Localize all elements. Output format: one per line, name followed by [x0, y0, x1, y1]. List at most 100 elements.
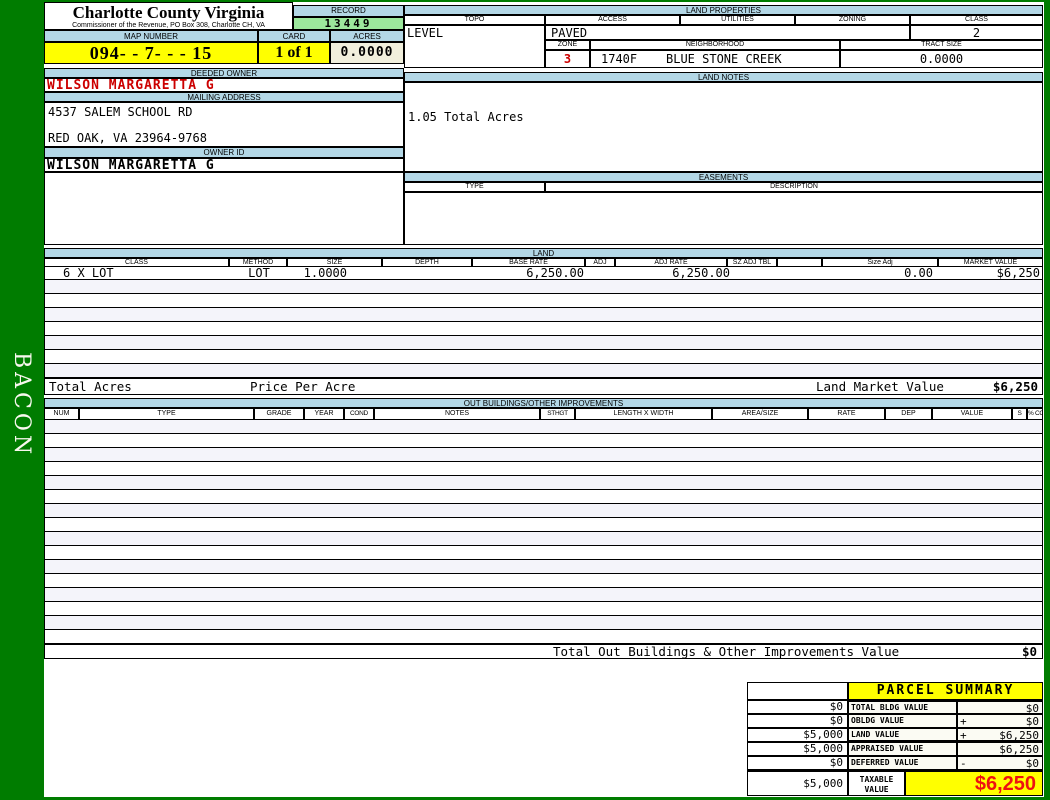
deeded-owner-name: WILSON MARGARETTA G: [44, 78, 404, 92]
neighborhood-column-header: NEIGHBORHOOD: [590, 40, 840, 50]
land-row-class: 6 X LOT: [63, 267, 114, 279]
neighborhood-value: 1740F BLUE STONE CREEK: [590, 50, 840, 68]
ob-col-num: NUM: [44, 408, 79, 420]
out-buildings-header: OUT BUILDINGS/OTHER IMPROVEMENTS: [44, 398, 1043, 408]
ob-col-sthgt: STHGT: [540, 408, 575, 420]
empty-row: [45, 490, 1042, 504]
ps-label-deferred: DEFERRED VALUE: [848, 756, 957, 770]
price-per-acre-label: Price Per Acre: [250, 381, 356, 393]
county-watermark: BACON: [9, 352, 34, 459]
out-buildings-empty-rows: [44, 420, 1043, 644]
land-row-size-adj: 0.00: [904, 267, 933, 279]
ps-label-obldg: OBLDG VALUE: [848, 714, 957, 728]
address-line-1: 4537 SALEM SCHOOL RD: [48, 106, 193, 118]
empty-row: [45, 462, 1042, 476]
land-market-value: $6,250: [992, 381, 1038, 393]
utilities-column-header: UTILITIES: [680, 15, 795, 25]
land-col-class: CLASS: [44, 258, 229, 267]
ps-value-obldg: + $0: [957, 714, 1043, 728]
ob-col-area-size: AREA/SIZE: [712, 408, 808, 420]
land-col-base-rate: BASE RATE: [472, 258, 585, 267]
ob-col-cond: COND: [344, 408, 374, 420]
zone-column-header: ZONE: [545, 40, 590, 50]
card-value: 1 of 1: [258, 42, 330, 64]
mailing-address-header: MAILING ADDRESS: [44, 92, 404, 102]
commissioner-line: Commissioner of the Revenue, PO Box 308,…: [72, 22, 265, 29]
ob-col-rate: RATE: [808, 408, 885, 420]
empty-row: [45, 280, 1042, 294]
land-market-value-label: Land Market Value: [816, 381, 944, 393]
empty-row: [45, 448, 1042, 462]
easements-box: [404, 192, 1043, 245]
ps-amount-land: $6,250: [999, 730, 1039, 742]
easement-type-header: TYPE: [404, 182, 545, 192]
mailing-address-box: 4537 SALEM SCHOOL RD RED OAK, VA 23964-9…: [44, 102, 404, 147]
empty-row: [45, 588, 1042, 602]
ob-col-grade: GRADE: [254, 408, 304, 420]
ps-prior-obldg: $0: [747, 714, 848, 728]
county-title: Charlotte County Virginia: [72, 3, 265, 22]
land-col-size-adj: Size Adj: [822, 258, 938, 267]
ob-col-length-width: LENGTH X WIDTH: [575, 408, 712, 420]
ps-label-land: LAND VALUE: [848, 728, 957, 742]
land-col-size: SIZE: [287, 258, 382, 267]
empty-row: [45, 504, 1042, 518]
land-note-text: 1.05 Total Acres: [408, 111, 524, 123]
ps-prior-deferred: $0: [747, 756, 848, 770]
ps-op-deferred: -: [960, 758, 967, 770]
ps-prior-land: $5,000: [747, 728, 848, 742]
card-header: CARD: [258, 30, 330, 42]
land-col-sz-adj-tbl: SZ ADJ TBL: [727, 258, 777, 267]
ob-col-notes: NOTES: [374, 408, 540, 420]
ob-col-value: VALUE: [932, 408, 1012, 420]
land-totals-row: Total Acres Price Per Acre Land Market V…: [44, 378, 1043, 395]
land-col-market-value: MARKET VALUE: [938, 258, 1043, 267]
empty-row: [45, 602, 1042, 616]
ob-col-s: S: [1012, 408, 1027, 420]
owner-spacer-box: [44, 172, 404, 245]
ob-col-type: TYPE: [79, 408, 254, 420]
easement-description-header: DESCRIPTION: [545, 182, 1043, 192]
ps-header-blank: [747, 682, 848, 700]
land-row-method: LOT: [248, 267, 270, 279]
record-number: 13449: [293, 17, 404, 30]
ps-label-taxable: TAXABLE VALUE: [848, 770, 905, 796]
empty-row: [45, 630, 1042, 644]
map-number-value: 094- - 7- - - 15: [44, 42, 258, 64]
ps-value-deferred: - $0: [957, 756, 1043, 770]
ob-total-label: Total Out Buildings & Other Improvements…: [553, 646, 900, 658]
ps-label-appraised: APPRAISED VALUE: [848, 742, 957, 756]
access-value: PAVED: [545, 25, 910, 40]
ob-col-pct-comp: % COMP: [1027, 408, 1043, 420]
land-properties-header: LAND PROPERTIES: [404, 5, 1043, 15]
address-line-2: RED OAK, VA 23964-9768: [48, 132, 207, 144]
ps-op-land: +: [960, 730, 967, 742]
empty-row: [45, 532, 1042, 546]
empty-row: [45, 546, 1042, 560]
land-notes-header: LAND NOTES: [404, 72, 1043, 82]
empty-row: [45, 322, 1042, 336]
ps-amount-obldg: $0: [1025, 716, 1039, 728]
ps-value-appraised: $6,250: [957, 742, 1043, 756]
land-col-blank: [777, 258, 822, 267]
empty-row: [45, 574, 1042, 588]
acres-header: ACRES: [330, 30, 404, 42]
ps-prior-taxable: $5,000: [747, 770, 848, 796]
empty-row: [45, 476, 1042, 490]
ps-value-land: + $6,250: [957, 728, 1043, 742]
land-col-method: METHOD: [229, 258, 287, 267]
county-header-box: Charlotte County Virginia Commissioner o…: [44, 2, 293, 30]
zoning-column-header: ZONING: [795, 15, 910, 25]
land-row-market-value: $6,250: [996, 267, 1040, 279]
empty-row: [45, 420, 1042, 434]
ps-prior-appraised: $5,000: [747, 742, 848, 756]
ob-col-dep: DEP: [885, 408, 932, 420]
class-value: 2: [910, 25, 1043, 40]
tract-size-value: 0.0000: [840, 50, 1043, 68]
record-header: RECORD: [293, 5, 404, 17]
ps-amount-taxable: $6,250: [905, 770, 1043, 796]
deeded-owner-header: DEEDED OWNER: [44, 68, 404, 78]
land-table-header: LAND: [44, 248, 1043, 258]
out-buildings-total-row: Total Out Buildings & Other Improvements…: [44, 644, 1043, 659]
parcel-summary-title: PARCEL SUMMARY: [848, 682, 1043, 700]
